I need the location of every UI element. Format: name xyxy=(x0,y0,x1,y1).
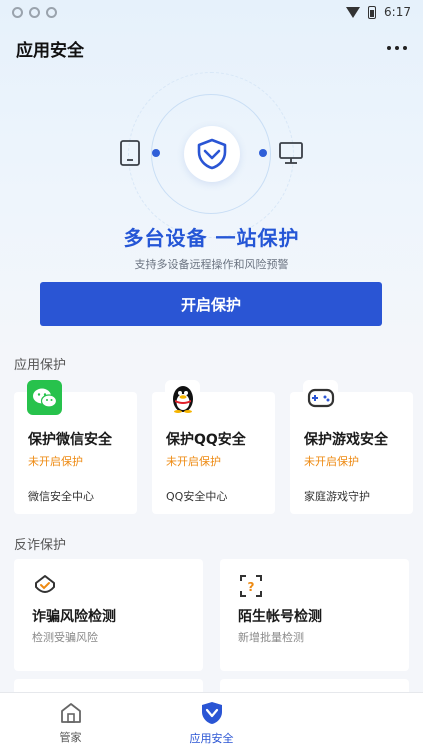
card-subtitle: 检测受骗风险 xyxy=(32,631,98,644)
card-title: 保护游戏安全 xyxy=(304,432,388,448)
unknown-account-detection-card[interactable]: ? 陌生帐号检测 新增批量检测 xyxy=(220,559,409,671)
section-label-anti-fraud: 反诈保护 xyxy=(14,538,67,553)
notification-icon xyxy=(46,6,57,18)
nav-label: 管家 xyxy=(59,730,82,744)
svg-text:?: ? xyxy=(248,580,255,594)
fraud-risk-detection-card[interactable]: 诈骗风险检测 检测受骗风险 xyxy=(14,559,203,671)
tablet-icon xyxy=(120,140,140,166)
card-title: 保护QQ安全 xyxy=(166,432,246,448)
nav-item-app-security[interactable]: 应用安全 xyxy=(141,693,282,752)
card-title: 诈骗风险检测 xyxy=(32,609,116,625)
shield-icon xyxy=(197,138,227,170)
nav-item-placeholder xyxy=(282,693,423,752)
section-label-app-protection: 应用保护 xyxy=(14,358,67,373)
card-link[interactable]: QQ安全中心 xyxy=(166,488,227,504)
card-status: 未开启保护 xyxy=(304,455,359,468)
card-link[interactable]: 微信安全中心 xyxy=(28,488,94,504)
monitor-icon xyxy=(279,142,303,164)
nav-label: 应用安全 xyxy=(189,731,234,745)
bottom-navigation: 管家 应用安全 xyxy=(0,692,423,752)
system-icons: 6:17 xyxy=(346,5,411,19)
qq-penguin-icon xyxy=(165,380,200,415)
gamepad-icon xyxy=(303,380,338,415)
notification-icon xyxy=(12,6,23,18)
enable-protection-button[interactable]: 开启保护 xyxy=(40,282,382,326)
notification-icon xyxy=(29,6,40,18)
card-subtitle: 新增批量检测 xyxy=(238,631,304,644)
unknown-account-icon: ? xyxy=(240,575,262,597)
notification-icons xyxy=(12,6,57,18)
connector-dot xyxy=(152,149,160,157)
wechat-icon xyxy=(27,380,62,415)
status-bar: 6:17 xyxy=(0,0,423,24)
fraud-detect-icon xyxy=(35,575,55,593)
card-status: 未开启保护 xyxy=(28,455,83,468)
hero-headline: 多台设备 一站保护 xyxy=(123,226,300,250)
shield-nav-icon xyxy=(201,701,222,724)
more-options-icon[interactable] xyxy=(387,46,407,50)
battery-icon xyxy=(368,5,377,19)
card-title: 保护微信安全 xyxy=(28,432,112,448)
wifi-icon xyxy=(346,6,361,18)
title-bar: 应用安全 xyxy=(0,28,423,68)
status-time: 6:17 xyxy=(384,5,411,19)
connector-dot xyxy=(259,149,267,157)
nav-item-home[interactable]: 管家 xyxy=(0,693,141,752)
card-status: 未开启保护 xyxy=(166,455,221,468)
hero-shield xyxy=(184,126,240,182)
card-title: 陌生帐号检测 xyxy=(238,609,322,625)
card-link[interactable]: 家庭游戏守护 xyxy=(304,488,370,504)
hero-subtitle: 支持多设备远程操作和风险预警 xyxy=(134,258,289,271)
home-icon xyxy=(60,702,81,723)
page-title: 应用安全 xyxy=(16,40,84,61)
